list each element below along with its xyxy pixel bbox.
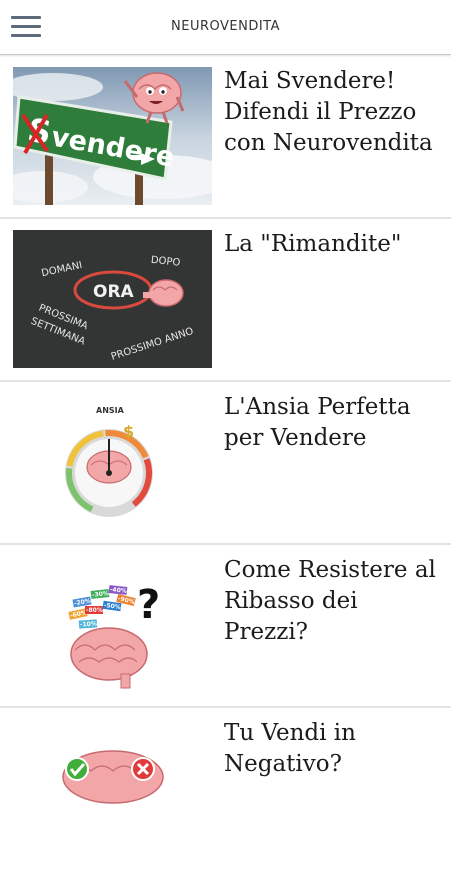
article-thumbnail: ANSIA $ xyxy=(13,393,212,531)
article-title: La "Rimandite" xyxy=(224,231,402,257)
app-header: NEUROVENDITA xyxy=(0,0,451,55)
article-title: L'Ansia Perfetta per Vendere xyxy=(224,394,411,451)
discount-tag: -10% xyxy=(80,620,97,628)
article-thumbnail: DOMANI DOPO ORA PROSSIMA SETTIMANA PROSS… xyxy=(13,230,212,368)
article-card[interactable]: -20% -30% -40% -60% -80% -50% -90% -10% xyxy=(0,545,451,708)
article-title: Mai Svendere! Difendi il Prezzo con Neur… xyxy=(224,68,433,156)
question-mark: ? xyxy=(137,582,160,628)
dollar-symbol: $ xyxy=(123,422,134,441)
article-title: Tu Vendi in Negativo? xyxy=(224,720,356,777)
discount-tag: -80% xyxy=(86,607,103,614)
gauge-label: ANSIA xyxy=(96,406,125,415)
chalk-word-ora: ORA xyxy=(93,282,135,302)
check-icon xyxy=(65,757,89,781)
app-title: NEUROVENDITA xyxy=(171,19,280,34)
article-card[interactable]: vendere S Mai Svendere! Difendi il Prezz… xyxy=(0,56,451,219)
article-thumbnail: vendere S xyxy=(13,67,212,205)
article-list: vendere S Mai Svendere! Difendi il Prezz… xyxy=(0,56,451,869)
article-thumbnail: -20% -30% -40% -60% -80% -50% -90% -10% xyxy=(13,556,212,694)
article-card[interactable]: ANSIA $ L'Ansia Perfetta per Vendere xyxy=(0,382,451,545)
article-card[interactable]: DOMANI DOPO ORA PROSSIMA SETTIMANA PROSS… xyxy=(0,219,451,382)
article-title: Come Resistere al Ribasso dei Prezzi? xyxy=(224,557,436,645)
article-thumbnail xyxy=(13,719,212,857)
article-card[interactable]: Tu Vendi in Negativo? xyxy=(0,708,451,869)
